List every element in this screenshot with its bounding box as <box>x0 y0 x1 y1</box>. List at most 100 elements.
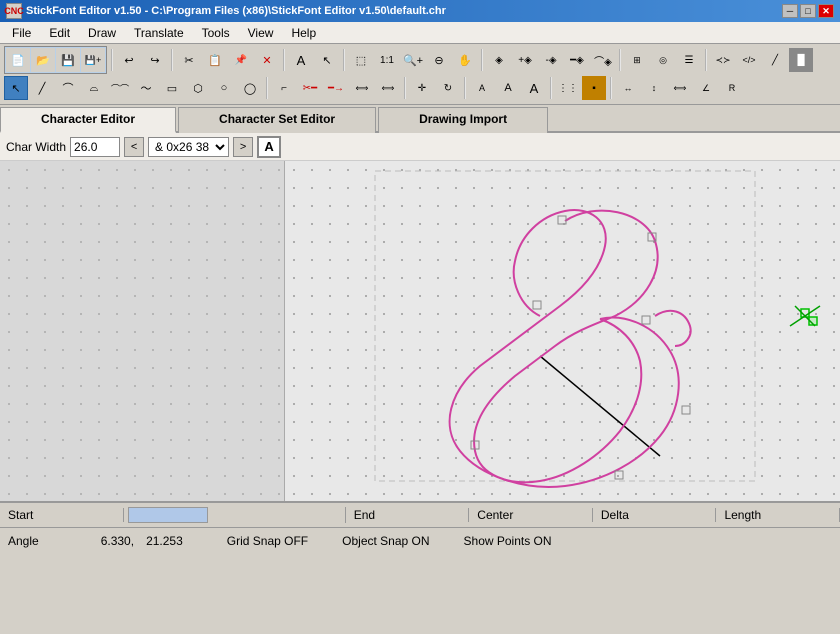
dim-vert-button[interactable]: ↕ <box>642 76 666 100</box>
menu-translate[interactable]: Translate <box>126 24 192 42</box>
node-delete-button[interactable]: -◈ <box>539 48 563 72</box>
menu-tools[interactable]: Tools <box>194 24 238 42</box>
zoom-out-button[interactable]: ⊖ <box>427 48 451 72</box>
save-file-button[interactable]: 💾 <box>56 48 80 72</box>
nav-next-button[interactable]: > <box>233 137 253 157</box>
char-code-select[interactable]: & 0x26 38 <box>148 137 229 157</box>
object-snap-status: Object Snap ON <box>342 534 429 548</box>
dim-horiz-button[interactable]: ↔ <box>616 76 640 100</box>
zoom-actual-button[interactable]: 1:1 <box>375 48 399 72</box>
separator-8 <box>266 77 268 99</box>
char-width-input[interactable] <box>70 137 120 157</box>
menu-view[interactable]: View <box>240 24 282 42</box>
start-label: Start <box>8 508 33 522</box>
rotate-tool-button[interactable]: ↻ <box>436 76 460 100</box>
layer-button[interactable]: ☰ <box>677 48 701 72</box>
delta-label: Delta <box>601 508 629 522</box>
rect-tool-button[interactable]: ▭ <box>160 76 184 100</box>
open-file-button[interactable]: 📂 <box>31 48 55 72</box>
offset-tool-button[interactable]: ⟺ <box>350 76 374 100</box>
text-large-button[interactable]: A <box>522 76 546 100</box>
save-as-button[interactable]: 💾+ <box>81 48 105 72</box>
trim-tool-button[interactable]: ✂━ <box>298 76 322 100</box>
close-button[interactable]: ✕ <box>818 4 834 18</box>
snap-object-button[interactable]: ◎ <box>651 48 675 72</box>
redo-button[interactable]: ↪ <box>143 48 167 72</box>
paste-button[interactable]: 📌 <box>229 48 253 72</box>
tool-extra4[interactable]: █ <box>789 48 813 72</box>
minimize-button[interactable]: ─ <box>782 4 798 18</box>
cut-button[interactable]: ✂ <box>177 48 201 72</box>
circle-tool-button[interactable]: ○ <box>212 76 236 100</box>
separator-1 <box>111 49 113 71</box>
menu-edit[interactable]: Edit <box>41 24 78 42</box>
curve-tool-button[interactable]: ⌒ <box>56 76 80 100</box>
fillet-tool-button[interactable]: ⌐ <box>272 76 296 100</box>
snap-grid-button[interactable]: ⊞ <box>625 48 649 72</box>
node-select-button[interactable]: ◈ <box>487 48 511 72</box>
separator-11 <box>550 77 552 99</box>
app-icon: CNC <box>6 3 22 19</box>
ellipse-tool-button[interactable]: ◯ <box>238 76 262 100</box>
menu-file[interactable]: File <box>4 24 39 42</box>
dim-radius-button[interactable]: R <box>720 76 744 100</box>
separator-6 <box>619 49 621 71</box>
dim-angle-button[interactable]: ∠ <box>694 76 718 100</box>
coord-y: 21.253 <box>146 534 183 548</box>
tab-drawing-import[interactable]: Drawing Import <box>378 107 548 133</box>
char-width-row: Char Width < & 0x26 38 > A <box>0 133 840 161</box>
select-tool-button[interactable]: ↖ <box>4 76 28 100</box>
mirror-tool-button[interactable]: ⟺ <box>376 76 400 100</box>
spline-tool-button[interactable]: 〜 <box>134 76 158 100</box>
node-add-button[interactable]: +◈ <box>513 48 537 72</box>
separator-4 <box>343 49 345 71</box>
move-tool-button[interactable]: ✛ <box>410 76 434 100</box>
grid-snap-status: Grid Snap OFF <box>227 534 308 548</box>
line-node-button[interactable]: ━◈ <box>565 48 589 72</box>
show-points-status: Show Points ON <box>464 534 552 548</box>
menu-draw[interactable]: Draw <box>80 24 124 42</box>
text-small-button[interactable]: A <box>470 76 494 100</box>
separator-10 <box>464 77 466 99</box>
extend-tool-button[interactable]: ━→ <box>324 76 348 100</box>
length-label: Length <box>724 508 761 522</box>
tool-extra1[interactable]: ≺≻ <box>711 48 735 72</box>
status-row-2: Angle 6.330, 21.253 Grid Snap OFF Object… <box>0 528 840 553</box>
window-title: StickFont Editor v1.50 - C:\Program File… <box>26 5 446 17</box>
arc-tool-button[interactable]: ⌓ <box>82 76 106 100</box>
new-file-button[interactable]: 📄 <box>6 48 30 72</box>
char-width-label: Char Width <box>6 140 66 154</box>
menu-bar: File Edit Draw Translate Tools View Help <box>0 22 840 44</box>
delete-button[interactable]: ✕ <box>255 48 279 72</box>
font-preview-button[interactable]: A <box>257 136 281 158</box>
arc-node-button[interactable]: ⌒◈ <box>591 48 615 72</box>
zoom-window-button[interactable]: ⬚ <box>349 48 373 72</box>
fill-button[interactable]: ▪ <box>582 76 606 100</box>
undo-button[interactable]: ↩ <box>117 48 141 72</box>
dim-align-button[interactable]: ⟺ <box>668 76 692 100</box>
tab-character-editor[interactable]: Character Editor <box>0 107 176 133</box>
status-center-cell: Center <box>469 508 593 522</box>
arc2-tool-button[interactable]: ⌒⌒ <box>108 76 132 100</box>
text-medium-button[interactable]: A <box>496 76 520 100</box>
copy-button[interactable]: 📋 <box>203 48 227 72</box>
tool-extra2[interactable]: </> <box>737 48 761 72</box>
poly-tool-button[interactable]: ⬡ <box>186 76 210 100</box>
tab-character-set-editor[interactable]: Character Set Editor <box>178 107 376 133</box>
line-tool-button[interactable]: ╱ <box>30 76 54 100</box>
pan-button[interactable]: ✋ <box>453 48 477 72</box>
status-delta-cell: Delta <box>593 508 717 522</box>
zoom-in-button[interactable]: 🔍+ <box>401 48 425 72</box>
start-value-input[interactable] <box>128 507 208 523</box>
text-select-button[interactable]: A <box>289 48 313 72</box>
canvas-main[interactable] <box>285 161 840 501</box>
status-bar: Start End Center Delta Length Angle 6.33… <box>0 501 840 551</box>
tool-extra3[interactable]: ╱ <box>763 48 787 72</box>
hatch-button[interactable]: ⋮⋮ <box>556 76 580 100</box>
toolbar-row-1: 📄 📂 💾 💾+ ↩ ↪ ✂ 📋 📌 ✕ A ↖ ⬚ 1:1 🔍+ ⊖ ✋ ◈ … <box>4 46 836 74</box>
nav-prev-button[interactable]: < <box>124 137 144 157</box>
arrow-select-button[interactable]: ↖ <box>315 48 339 72</box>
restore-button[interactable]: □ <box>800 4 816 18</box>
main-drawing-canvas <box>285 161 840 501</box>
menu-help[interactable]: Help <box>283 24 324 42</box>
